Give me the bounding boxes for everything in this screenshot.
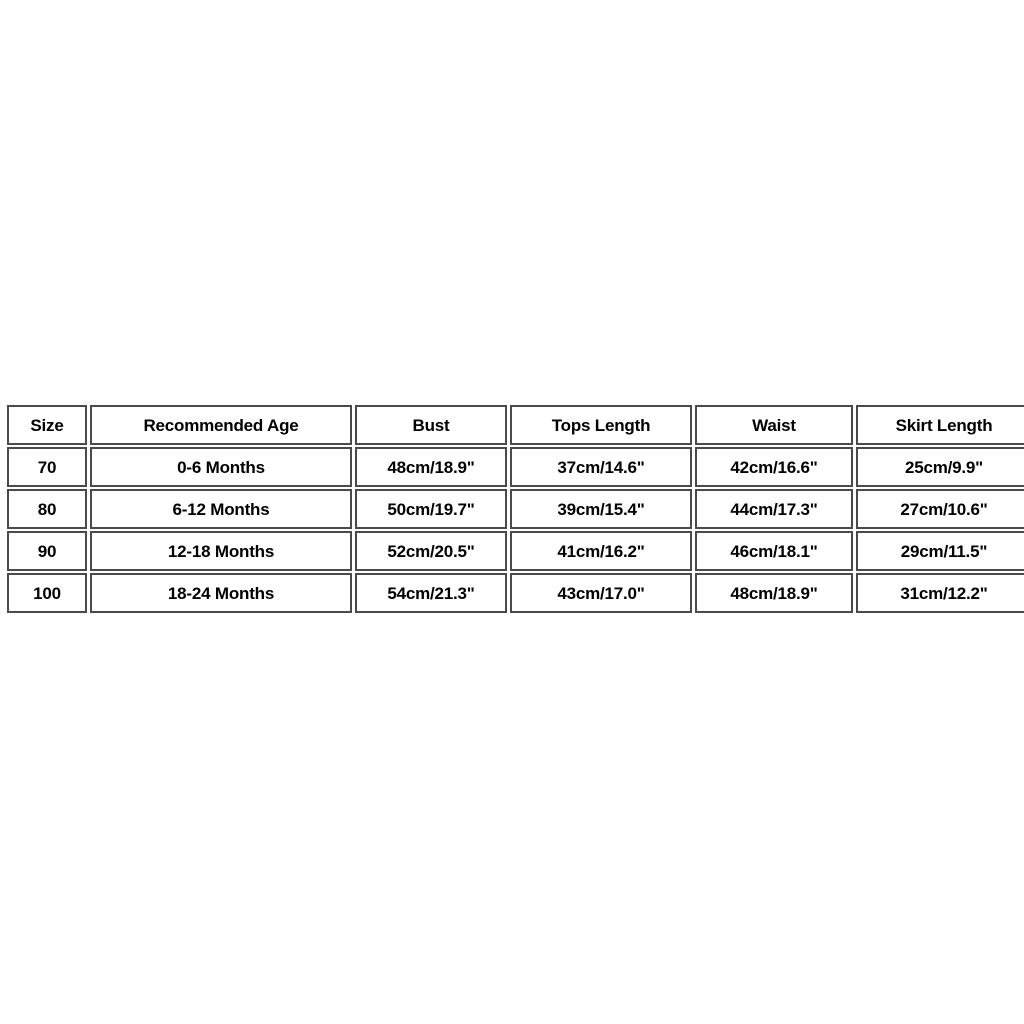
cell-tops-length: 39cm/15.4": [510, 489, 692, 529]
cell-waist: 42cm/16.6": [695, 447, 853, 487]
cell-bust: 48cm/18.9": [355, 447, 507, 487]
cell-age: 6-12 Months: [90, 489, 352, 529]
cell-size: 80: [7, 489, 87, 529]
cell-skirt-length: 29cm/11.5": [856, 531, 1024, 571]
cell-size: 70: [7, 447, 87, 487]
cell-bust: 50cm/19.7": [355, 489, 507, 529]
cell-skirt-length: 27cm/10.6": [856, 489, 1024, 529]
cell-waist: 44cm/17.3": [695, 489, 853, 529]
table-row: 100 18-24 Months 54cm/21.3" 43cm/17.0" 4…: [7, 573, 1024, 613]
column-header-size: Size: [7, 405, 87, 445]
table-header-row: Size Recommended Age Bust Tops Length Wa…: [7, 405, 1024, 445]
cell-age: 0-6 Months: [90, 447, 352, 487]
table-row: 70 0-6 Months 48cm/18.9" 37cm/14.6" 42cm…: [7, 447, 1024, 487]
column-header-tops-length: Tops Length: [510, 405, 692, 445]
cell-skirt-length: 31cm/12.2": [856, 573, 1024, 613]
column-header-waist: Waist: [695, 405, 853, 445]
size-chart-table: Size Recommended Age Bust Tops Length Wa…: [4, 403, 1024, 615]
cell-size: 100: [7, 573, 87, 613]
cell-tops-length: 43cm/17.0": [510, 573, 692, 613]
column-header-recommended-age: Recommended Age: [90, 405, 352, 445]
size-chart-container: Size Recommended Age Bust Tops Length Wa…: [4, 403, 1024, 615]
cell-tops-length: 37cm/14.6": [510, 447, 692, 487]
cell-size: 90: [7, 531, 87, 571]
column-header-bust: Bust: [355, 405, 507, 445]
table-row: 90 12-18 Months 52cm/20.5" 41cm/16.2" 46…: [7, 531, 1024, 571]
table-row: 80 6-12 Months 50cm/19.7" 39cm/15.4" 44c…: [7, 489, 1024, 529]
cell-age: 12-18 Months: [90, 531, 352, 571]
cell-bust: 52cm/20.5": [355, 531, 507, 571]
cell-waist: 46cm/18.1": [695, 531, 853, 571]
cell-waist: 48cm/18.9": [695, 573, 853, 613]
cell-age: 18-24 Months: [90, 573, 352, 613]
cell-tops-length: 41cm/16.2": [510, 531, 692, 571]
cell-bust: 54cm/21.3": [355, 573, 507, 613]
column-header-skirt-length: Skirt Length: [856, 405, 1024, 445]
cell-skirt-length: 25cm/9.9": [856, 447, 1024, 487]
